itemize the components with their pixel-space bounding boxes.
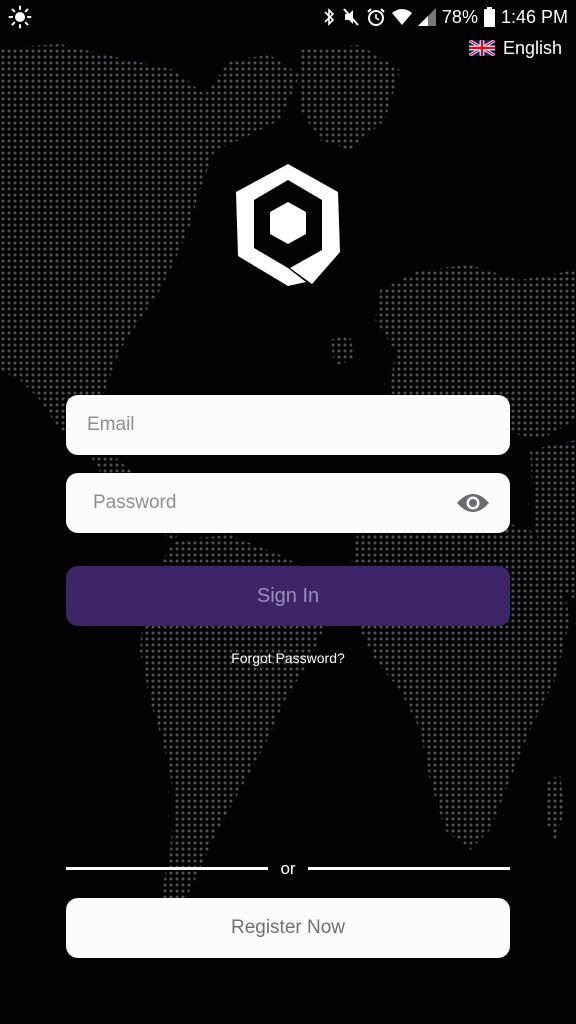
status-icons: 78% 1:46 PM [322,4,568,30]
email-input[interactable] [66,395,510,455]
divider-line-left [66,867,268,870]
bluetooth-icon [324,8,335,26]
divider-line-right [308,867,510,870]
forgot-password-label: Forgot Password? [231,650,345,666]
password-field-container [66,473,510,533]
divider-or-label: or [280,859,296,878]
app-logo [236,164,340,286]
battery-percent: 78% [441,6,478,27]
login-screen: 78% 1:46 PM English Email Sign In Forgot… [0,0,576,1024]
register-button[interactable]: Register Now [66,898,510,958]
language-selector[interactable]: English [468,34,562,62]
forgot-password-link[interactable]: Forgot Password? [0,650,576,666]
sign-in-label: Sign In [256,584,320,607]
mute-icon [343,8,359,26]
email-field-container [66,395,510,455]
register-label: Register Now [230,917,346,938]
uk-flag-icon [468,40,495,56]
sign-in-button[interactable]: Sign In [66,566,510,626]
brightness-icon [8,5,32,29]
language-label: English [502,37,562,58]
signal-icon [417,8,436,26]
password-input[interactable] [66,473,510,533]
alarm-icon [367,8,385,26]
status-time: 1:46 PM [500,6,568,27]
battery-icon [483,7,495,27]
eye-icon[interactable] [456,490,490,516]
status-bar: 78% 1:46 PM [0,0,576,34]
wifi-icon [391,9,412,25]
